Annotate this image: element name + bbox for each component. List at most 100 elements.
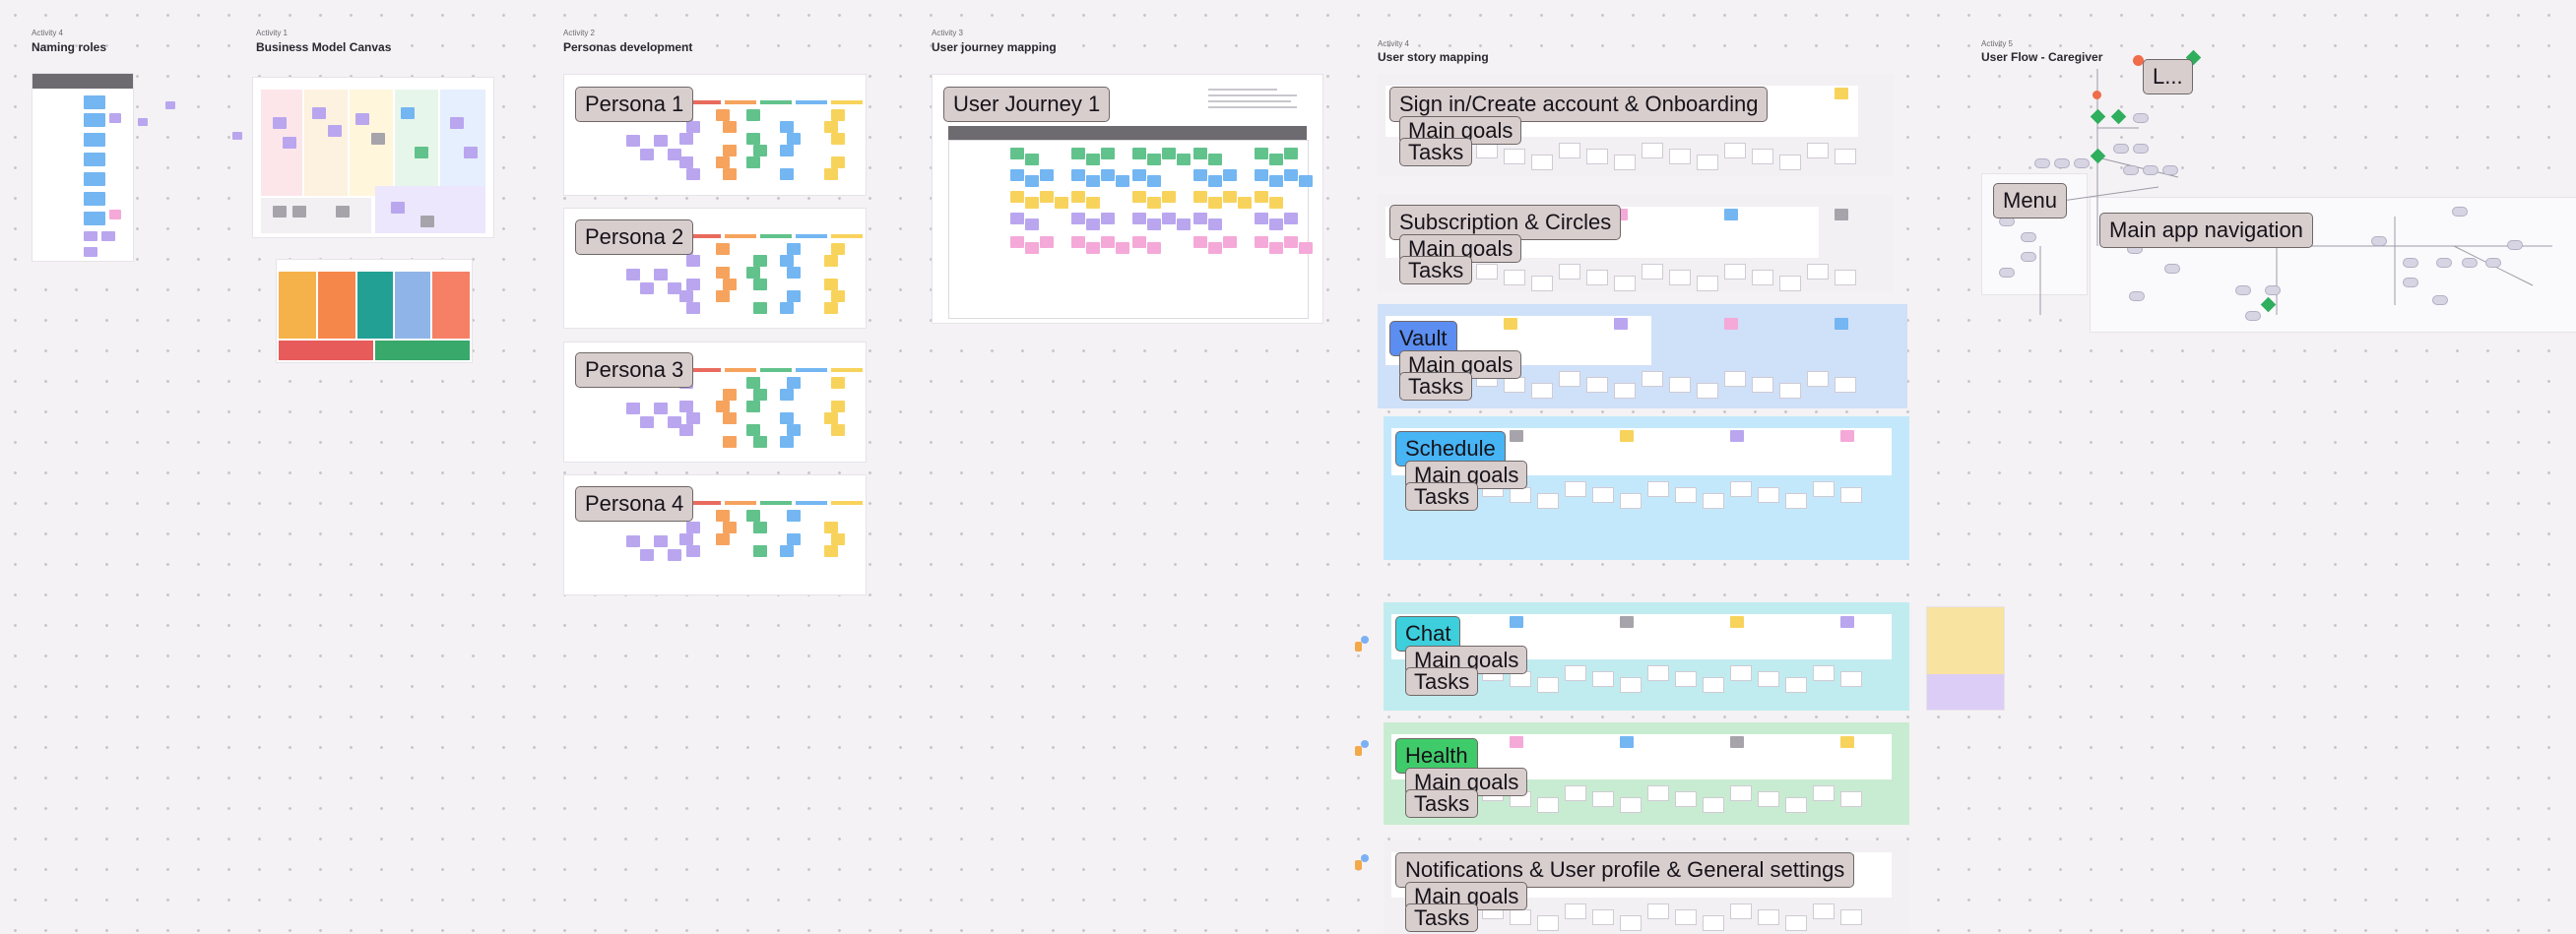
persona-label-3[interactable]: Persona 3	[575, 352, 694, 389]
sticky-note[interactable]	[1284, 148, 1298, 159]
sticky-note[interactable]	[109, 210, 121, 219]
tasks-label[interactable]: Tasks	[1405, 482, 1479, 512]
sticky-note[interactable]	[1101, 169, 1115, 181]
sticky-note[interactable]	[654, 403, 668, 414]
sticky-note[interactable]	[1193, 169, 1207, 181]
sticky-note[interactable]	[1620, 616, 1634, 628]
sticky-note[interactable]	[1269, 154, 1283, 165]
flow-node[interactable]	[2093, 91, 2101, 99]
sticky-note[interactable]	[1086, 154, 1100, 165]
sticky-note[interactable]	[1147, 242, 1161, 254]
sticky-note[interactable]	[831, 290, 845, 302]
sticky-note[interactable]	[640, 282, 654, 294]
sticky-note[interactable]	[787, 424, 801, 436]
story-card[interactable]	[1647, 785, 1669, 801]
sticky-note[interactable]	[640, 549, 654, 561]
sticky-note[interactable]	[1284, 169, 1298, 181]
sticky-note[interactable]	[1193, 191, 1207, 203]
sticky-note[interactable]	[686, 522, 700, 533]
sticky-note[interactable]	[723, 279, 737, 290]
sticky-note[interactable]	[1010, 213, 1024, 224]
story-card[interactable]	[1476, 264, 1498, 280]
story-card[interactable]	[1835, 270, 1856, 285]
sticky-note[interactable]	[787, 267, 801, 279]
story-card[interactable]	[1537, 915, 1559, 931]
sticky-note[interactable]	[824, 279, 838, 290]
story-card[interactable]	[1620, 915, 1642, 931]
sticky-note[interactable]	[1724, 318, 1738, 330]
sticky-note[interactable]	[686, 545, 700, 557]
sticky-note[interactable]	[1010, 191, 1024, 203]
story-card[interactable]	[1758, 671, 1779, 687]
sticky-note[interactable]	[668, 549, 681, 561]
sticky-note[interactable]	[1147, 197, 1161, 209]
story-card[interactable]	[1647, 481, 1669, 497]
sticky-note[interactable]	[668, 282, 681, 294]
sticky-note[interactable]	[723, 145, 737, 156]
sticky-note[interactable]	[1504, 318, 1517, 330]
story-card[interactable]	[1730, 903, 1752, 919]
sticky-note[interactable]	[716, 401, 730, 412]
story-card[interactable]	[1565, 785, 1586, 801]
sticky-note[interactable]	[1010, 236, 1024, 248]
sticky-note[interactable]	[109, 113, 121, 123]
story-card[interactable]	[1669, 270, 1691, 285]
sticky-note[interactable]	[679, 156, 693, 168]
persona-label-1[interactable]: Persona 1	[575, 87, 694, 123]
sticky-note[interactable]	[1284, 236, 1298, 248]
story-card[interactable]	[1840, 671, 1862, 687]
sticky-note[interactable]	[138, 118, 148, 126]
story-card[interactable]	[1537, 677, 1559, 693]
sticky-note[interactable]	[1223, 169, 1237, 181]
sticky-note[interactable]	[640, 416, 654, 428]
sticky-note[interactable]	[1269, 175, 1283, 187]
sticky-note[interactable]	[753, 145, 767, 156]
flow-label-top[interactable]: L...	[2143, 59, 2193, 95]
sticky-note[interactable]	[1255, 169, 1268, 181]
story-card[interactable]	[1565, 903, 1586, 919]
story-card[interactable]	[1476, 143, 1498, 158]
sticky-note[interactable]	[668, 149, 681, 160]
story-card[interactable]	[1504, 270, 1525, 285]
story-card[interactable]	[1752, 377, 1773, 393]
sticky-note[interactable]	[1055, 197, 1068, 209]
sticky-note[interactable]	[780, 168, 794, 180]
story-card[interactable]	[1703, 915, 1724, 931]
story-card[interactable]	[1758, 909, 1779, 925]
story-card[interactable]	[1510, 487, 1531, 503]
story-card[interactable]	[1620, 493, 1642, 509]
story-card[interactable]	[1730, 481, 1752, 497]
sticky-note[interactable]	[1269, 197, 1283, 209]
story-card[interactable]	[1840, 909, 1862, 925]
story-card[interactable]	[1614, 155, 1636, 170]
sticky-note[interactable]	[1238, 197, 1252, 209]
sticky-note[interactable]	[1132, 213, 1146, 224]
sticky-note[interactable]	[753, 302, 767, 314]
story-card[interactable]	[1752, 270, 1773, 285]
story-card[interactable]	[1724, 371, 1746, 387]
tasks-label[interactable]: Tasks	[1399, 372, 1473, 402]
story-card[interactable]	[1531, 155, 1553, 170]
sticky-note[interactable]	[1162, 191, 1176, 203]
sticky-note[interactable]	[746, 401, 760, 412]
sticky-note[interactable]	[1269, 218, 1283, 230]
sticky-note[interactable]	[654, 269, 668, 280]
sticky-note[interactable]	[1025, 218, 1039, 230]
story-card[interactable]	[1586, 270, 1608, 285]
sticky-note[interactable]	[1208, 197, 1222, 209]
sticky-note[interactable]	[626, 403, 640, 414]
sticky-note[interactable]	[746, 424, 760, 436]
sticky-note[interactable]	[780, 389, 794, 401]
sticky-note[interactable]	[1840, 616, 1854, 628]
sticky-note[interactable]	[232, 132, 242, 140]
sticky-note[interactable]	[787, 533, 801, 545]
story-card[interactable]	[1835, 377, 1856, 393]
sticky-note[interactable]	[1010, 148, 1024, 159]
sticky-note[interactable]	[1010, 169, 1024, 181]
story-card[interactable]	[1813, 903, 1835, 919]
sticky-note[interactable]	[723, 121, 737, 133]
sticky-note[interactable]	[654, 535, 668, 547]
story-card[interactable]	[1807, 264, 1829, 280]
story-card[interactable]	[1592, 487, 1614, 503]
story-card[interactable]	[1697, 276, 1718, 291]
